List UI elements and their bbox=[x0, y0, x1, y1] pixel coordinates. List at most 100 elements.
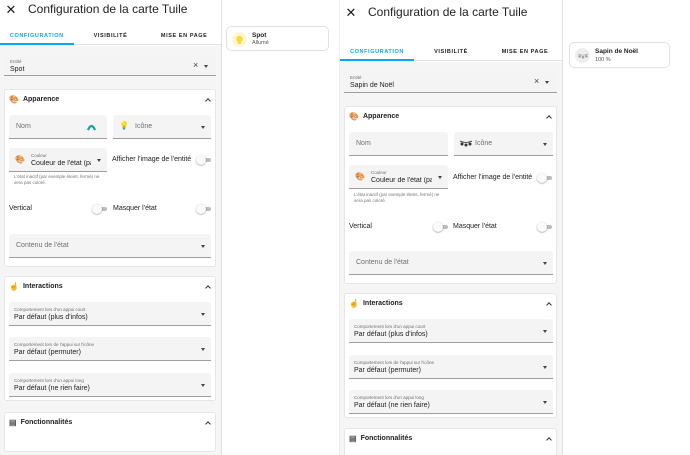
tab-layout[interactable]: MISE EN PAGE bbox=[488, 43, 562, 60]
features-section: ▤ Fonctionnalités bbox=[344, 428, 557, 455]
gesture-tap-icon: ☝ bbox=[349, 299, 359, 308]
icon-field[interactable]: 💡 Icône bbox=[113, 115, 211, 139]
vertical-toggle[interactable] bbox=[433, 222, 449, 232]
interactions-header[interactable]: ☝ Interactions bbox=[349, 299, 403, 308]
icon-tap-action-field[interactable]: Comportement lors de l'appui sur l'icône… bbox=[9, 337, 211, 361]
tab-visibility[interactable]: VISIBILITÉ bbox=[74, 27, 148, 44]
chevron-down-icon[interactable] bbox=[543, 143, 547, 146]
chevron-down-icon[interactable] bbox=[438, 176, 442, 179]
chevron-down-icon[interactable] bbox=[97, 159, 101, 162]
name-field[interactable]: Nom bbox=[9, 115, 107, 139]
color-field[interactable]: 🎨 Couleur Couleur de l'état (par bbox=[9, 148, 107, 172]
clear-icon[interactable]: × bbox=[193, 61, 198, 70]
chevron-down-icon[interactable] bbox=[543, 401, 547, 404]
chevron-down-icon[interactable] bbox=[545, 81, 549, 84]
left-screenshot: ✕ Configuration de la carte Tuile CONFIG… bbox=[0, 0, 339, 455]
tab-layout[interactable]: MISE EN PAGE bbox=[147, 27, 221, 44]
tap-action-value: Par défaut (plus d'infos) bbox=[14, 314, 88, 321]
tile-preview-card[interactable]: Sapin de Noël 100 % bbox=[569, 42, 670, 68]
features-title: Fonctionnalités bbox=[360, 435, 413, 442]
name-field[interactable]: Nom bbox=[349, 132, 448, 156]
clear-icon[interactable]: × bbox=[534, 77, 539, 86]
chevron-down-icon[interactable] bbox=[543, 262, 547, 265]
entity-value: Spot bbox=[10, 65, 25, 73]
entity-field[interactable]: Entité Spot × bbox=[4, 55, 216, 76]
panel-divider bbox=[221, 0, 222, 455]
chevron-down-icon[interactable] bbox=[204, 65, 208, 68]
tile-state: 100 % bbox=[595, 57, 611, 63]
features-header[interactable]: ▤ Fonctionnalités bbox=[349, 434, 412, 443]
hold-action-label: Comportement lors d'un appui long bbox=[14, 378, 84, 383]
show-entity-picture-toggle[interactable] bbox=[537, 173, 553, 183]
interactions-header[interactable]: ☝ Interactions bbox=[9, 282, 63, 291]
editor-panel: Entité Sapin de Noël × 🎨 Apparence Nom I… bbox=[340, 62, 562, 455]
features-header[interactable]: ▤ Fonctionnalités bbox=[9, 418, 72, 427]
tab-configuration[interactable]: CONFIGURATION bbox=[340, 43, 414, 61]
entity-label: Entité bbox=[10, 59, 22, 64]
list-box-icon: ▤ bbox=[9, 418, 17, 427]
entity-label: Entité bbox=[350, 75, 362, 80]
hide-state-toggle[interactable] bbox=[537, 222, 553, 232]
interactions-title: Interactions bbox=[22, 283, 63, 290]
chevron-down-icon[interactable] bbox=[543, 366, 547, 369]
tap-action-field[interactable]: Comportement lors d'un appui court Par d… bbox=[349, 319, 553, 343]
chevron-up-icon[interactable] bbox=[205, 98, 211, 104]
tap-action-field[interactable]: Comportement lors d'un appui court Par d… bbox=[9, 302, 211, 326]
show-entity-picture-toggle[interactable] bbox=[196, 155, 212, 165]
appearance-header[interactable]: 🎨 Apparence bbox=[349, 112, 399, 121]
tile-preview-card[interactable]: Spot Allumé bbox=[226, 26, 329, 51]
tap-action-label: Comportement lors d'un appui court bbox=[354, 324, 426, 329]
icon-tap-action-field[interactable]: Comportement lors de l'appui sur l'icône… bbox=[349, 355, 553, 379]
appearance-section: 🎨 Apparence Nom 💡 Icône 🎨 Couleur Couleu… bbox=[4, 89, 216, 267]
state-content-field[interactable]: Contenu de l'état bbox=[9, 234, 211, 258]
hold-action-value: Par défaut (ne rien faire) bbox=[14, 385, 90, 392]
dialog-title: Configuration de la carte Tuile bbox=[28, 2, 188, 16]
editor-panel: Entité Spot × 🎨 Apparence Nom 💡 Icône � bbox=[0, 46, 221, 455]
entity-field[interactable]: Entité Sapin de Noël × bbox=[344, 71, 557, 93]
chevron-up-icon[interactable] bbox=[205, 285, 211, 291]
features-section: ▤ Fonctionnalités bbox=[4, 412, 216, 452]
state-content-placeholder: Contenu de l'état bbox=[16, 242, 69, 249]
palette-icon: 🎨 bbox=[15, 155, 25, 164]
hold-action-value: Par défaut (ne rien faire) bbox=[354, 402, 430, 409]
lightbulb-icon[interactable] bbox=[232, 32, 247, 47]
state-content-field[interactable]: Contenu de l'état bbox=[349, 251, 553, 275]
color-label: Couleur bbox=[31, 153, 47, 158]
icon-tap-action-label: Comportement lors de l'appui sur l'icône bbox=[14, 342, 95, 347]
tab-configuration[interactable]: CONFIGURATION bbox=[0, 27, 74, 45]
color-value: Couleur de l'état (par bbox=[31, 160, 91, 167]
hide-state-toggle[interactable] bbox=[196, 204, 212, 214]
chevron-down-icon[interactable] bbox=[201, 126, 205, 129]
chevron-up-icon[interactable] bbox=[546, 302, 552, 308]
close-icon[interactable]: ✕ bbox=[344, 6, 358, 19]
palette-icon: 🎨 bbox=[349, 112, 359, 121]
chevron-up-icon[interactable] bbox=[546, 437, 552, 443]
gesture-tap-icon: ☝ bbox=[9, 282, 19, 291]
color-field[interactable]: 🎨 Couleur Couleur de l'état (par bbox=[349, 165, 448, 189]
chevron-down-icon[interactable] bbox=[201, 348, 205, 351]
right-screenshot: ✕ Configuration de la carte Tuile CONFIG… bbox=[339, 0, 690, 455]
chevron-up-icon[interactable] bbox=[546, 115, 552, 121]
close-icon[interactable]: ✕ bbox=[4, 3, 18, 16]
interactions-section: ☝ Interactions Comportement lors d'un ap… bbox=[344, 293, 557, 418]
show-entity-picture-label: Afficher l'image de l'entité bbox=[453, 174, 533, 181]
color-value: Couleur de l'état (par bbox=[371, 177, 432, 184]
interactions-section: ☝ Interactions Comportement lors d'un ap… bbox=[4, 276, 216, 401]
chevron-down-icon[interactable] bbox=[543, 330, 547, 333]
tab-visibility[interactable]: VISIBILITÉ bbox=[414, 43, 488, 60]
chevron-down-icon[interactable] bbox=[201, 245, 205, 248]
color-label: Couleur bbox=[371, 170, 387, 175]
icon-field[interactable]: Icône bbox=[454, 132, 553, 156]
state-content-placeholder: Contenu de l'état bbox=[356, 259, 409, 266]
tab-bar: CONFIGURATION VISIBILITÉ MISE EN PAGE bbox=[340, 43, 562, 61]
chevron-down-icon[interactable] bbox=[201, 384, 205, 387]
string-lights-icon[interactable] bbox=[575, 48, 590, 63]
appearance-header[interactable]: 🎨 Apparence bbox=[9, 95, 59, 104]
hold-action-field[interactable]: Comportement lors d'un appui long Par dé… bbox=[9, 373, 211, 397]
chevron-up-icon[interactable] bbox=[205, 421, 211, 427]
palette-icon: 🎨 bbox=[9, 95, 19, 104]
string-lights-icon bbox=[460, 140, 472, 147]
chevron-down-icon[interactable] bbox=[201, 313, 205, 316]
vertical-toggle[interactable] bbox=[92, 204, 108, 214]
hold-action-field[interactable]: Comportement lors d'un appui long Par dé… bbox=[349, 390, 553, 414]
